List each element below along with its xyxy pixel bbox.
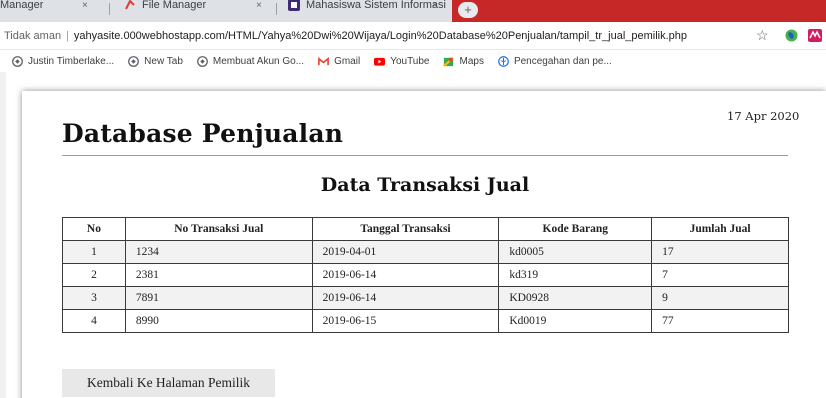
cell-jumlah: 7 <box>651 263 789 287</box>
cell-no-transaksi: 7891 <box>124 286 313 310</box>
bookmark-label: Maps <box>459 55 484 67</box>
bookmark-label: YouTube <box>390 55 430 67</box>
header-tanggal: Tanggal Transaksi <box>311 217 500 241</box>
cell-tanggal: 2019-06-15 <box>311 309 500 333</box>
header-kode-barang: Kode Barang <box>498 217 653 241</box>
cell-no: 1 <box>62 240 126 264</box>
new-tab-button[interactable]: + <box>458 2 478 18</box>
cell-no: 2 <box>62 263 126 287</box>
back-to-owner-page-button[interactable]: Kembali Ke Halaman Pemilik <box>62 369 275 397</box>
extension-red-icon[interactable] <box>808 29 822 42</box>
close-icon[interactable]: × <box>256 0 262 11</box>
tab-title: Manager <box>0 0 44 11</box>
bookmark-new-tab[interactable]: New Tab <box>128 56 183 67</box>
transactions-table: No No Transaksi Jual Tanggal Transaksi K… <box>62 217 789 333</box>
address-divider: | <box>66 30 69 42</box>
cell-no: 3 <box>62 286 126 310</box>
table-row: 4 8990 2019-06-15 Kd0019 77 <box>62 309 789 333</box>
globe-icon <box>12 55 23 67</box>
page-viewport: 17 Apr 2020 Database Penjualan Data Tran… <box>0 72 826 398</box>
cell-jumlah: 77 <box>651 309 789 333</box>
cell-no-transaksi: 8990 <box>124 309 313 333</box>
cell-tanggal: 2019-04-01 <box>311 240 500 264</box>
gmail-icon <box>318 56 329 65</box>
table-title: Data Transaksi Jual <box>320 174 530 196</box>
address-bar[interactable]: Tidak aman | yahyasite.000webhostapp.com… <box>0 26 742 46</box>
bookmark-justin-timberlake[interactable]: Justin Timberlake... <box>12 56 114 67</box>
content-card: 17 Apr 2020 Database Penjualan Data Tran… <box>22 91 826 398</box>
cell-tanggal: 2019-06-14 <box>311 286 500 310</box>
header-no: No <box>62 217 126 241</box>
bookmarks-bar: Justin Timberlake... New Tab Membuat Aku… <box>0 50 826 72</box>
tab-title: Mahasiswa Sistem Informasi <box>306 0 446 11</box>
security-indicator[interactable]: Tidak aman <box>4 30 61 42</box>
page-gutter <box>0 72 6 398</box>
bookmark-youtube[interactable]: YouTube <box>374 56 429 67</box>
globe-icon <box>196 55 208 67</box>
close-icon[interactable]: × <box>82 0 88 11</box>
bookmark-membuat-akun[interactable]: Membuat Akun Go... <box>196 55 305 67</box>
cell-jumlah: 9 <box>651 286 789 310</box>
cell-no-transaksi: 2381 <box>124 263 313 287</box>
bookmark-label: Membuat Akun Go... <box>212 55 305 67</box>
bookmark-label: Gmail <box>334 55 361 67</box>
bookmark-maps[interactable]: Maps <box>443 55 484 67</box>
bookmark-gmail[interactable]: Gmail <box>318 56 360 67</box>
tab-mahasiswa[interactable]: Mahasiswa Sistem Informasi × <box>278 0 450 16</box>
header-no-transaksi: No Transaksi Jual <box>124 217 313 241</box>
table-header-row: No No Transaksi Jual Tanggal Transaksi K… <box>62 217 789 241</box>
cell-no: 4 <box>62 309 126 333</box>
cell-kode-barang: KD0928 <box>498 286 653 310</box>
extension-globe-icon[interactable] <box>785 29 798 42</box>
cell-tanggal: 2019-06-14 <box>311 263 500 287</box>
close-icon[interactable]: × <box>432 0 438 11</box>
youtube-icon <box>374 57 386 66</box>
cell-jumlah: 17 <box>651 240 789 264</box>
cell-kode-barang: kd0005 <box>498 240 653 264</box>
browser-toolbar: Tidak aman | yahyasite.000webhostapp.com… <box>0 22 826 50</box>
tab-manager[interactable]: Manager × <box>0 0 110 16</box>
bookmark-label: New Tab <box>144 55 183 67</box>
tab-title: File Manager <box>142 0 207 11</box>
table-row: 2 2381 2019-06-14 kd319 7 <box>62 263 789 287</box>
active-tab[interactable] <box>452 0 826 22</box>
tab-file-manager[interactable]: File Manager × <box>110 0 275 16</box>
tab-strip: Manager × File Manager × Mahasiswa Siste… <box>0 0 826 22</box>
bookmark-pencegahan[interactable]: Pencegahan dan pe... <box>498 56 612 67</box>
who-icon <box>498 55 509 67</box>
cell-kode-barang: Kd0019 <box>498 309 653 333</box>
table-row: 1 1234 2019-04-01 kd0005 17 <box>62 240 789 264</box>
bookmark-star-icon[interactable]: ☆ <box>756 28 769 42</box>
cell-no-transaksi: 1234 <box>124 240 313 264</box>
title-divider <box>62 155 788 156</box>
file-manager-favicon-icon <box>125 0 135 10</box>
url-text[interactable]: yahyasite.000webhostapp.com/HTML/Yahya%2… <box>74 30 687 42</box>
cell-kode-barang: kd319 <box>498 263 653 287</box>
current-date: 17 Apr 2020 <box>727 109 800 123</box>
page-title: Database Penjualan <box>62 119 344 148</box>
maps-icon <box>443 56 455 67</box>
header-jumlah: Jumlah Jual <box>651 217 789 241</box>
table-row: 3 7891 2019-06-14 KD0928 9 <box>62 286 789 310</box>
tab-divider <box>276 3 277 15</box>
globe-icon <box>128 55 140 67</box>
site-favicon-icon <box>288 0 300 11</box>
bookmark-label: Pencegahan dan pe... <box>513 55 612 67</box>
bookmark-label: Justin Timberlake... <box>28 55 115 67</box>
